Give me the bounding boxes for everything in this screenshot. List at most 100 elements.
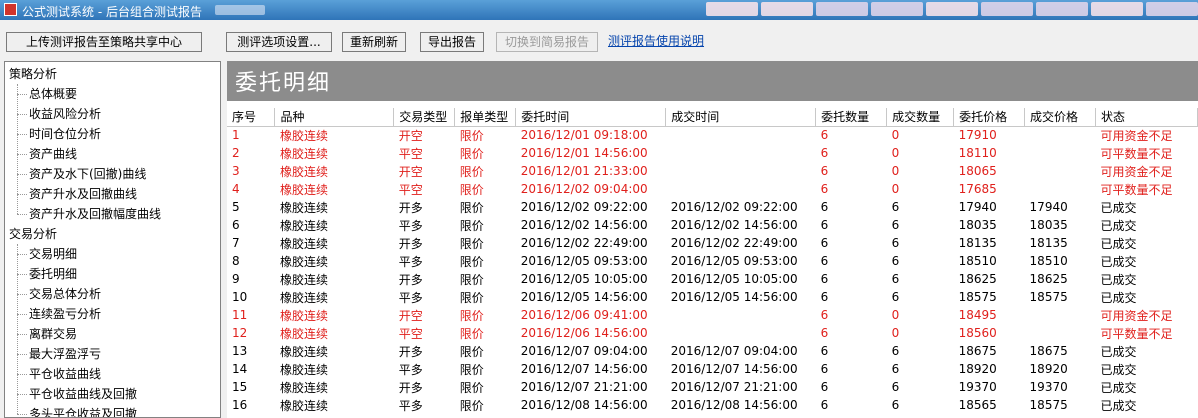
- table-cell: 18065: [958, 164, 997, 178]
- tree-item[interactable]: 多头平仓收益及回撤: [29, 404, 137, 417]
- taskbar-tab[interactable]: [706, 2, 758, 16]
- tree-item[interactable]: 交易明细: [29, 244, 77, 264]
- table-cell: 开多: [398, 272, 423, 287]
- table-row[interactable]: 15 橡胶连续 开多 限价 2016/12/07 21:21:00 2016/12/07 …: [227, 378, 1198, 396]
- taskbar-tab[interactable]: [871, 2, 923, 16]
- table-cell: 橡胶连续: [279, 344, 328, 359]
- table-row[interactable]: 9 橡胶连续 开多 限价 2016/12/05 10:05:00 2016/12/05 1…: [227, 270, 1198, 288]
- tree-group-strategy-analysis[interactable]: 策略分析: [9, 64, 57, 84]
- tree-item[interactable]: 资产升水及回撤曲线: [29, 184, 137, 204]
- table-cell: 可用资金不足: [1100, 128, 1173, 143]
- column-header[interactable]: 品种: [274, 108, 395, 127]
- taskbar-tab[interactable]: [1091, 2, 1143, 16]
- tree-item[interactable]: 资产曲线: [29, 144, 77, 164]
- tree-group-trade-analysis[interactable]: 交易分析: [9, 224, 57, 244]
- table-cell: [1025, 324, 1096, 342]
- column-header[interactable]: 委托时间: [515, 108, 667, 127]
- tree-item[interactable]: 连续盈亏分析: [29, 304, 101, 324]
- table-row[interactable]: 5 橡胶连续 开多 限价 2016/12/02 09:22:00 2016/12/02 0…: [227, 198, 1198, 216]
- table-cell: 6: [820, 362, 829, 376]
- table-row[interactable]: 3 橡胶连续 开空 限价 2016/12/01 21:33:00 6 0 18065 可用资金不…: [227, 162, 1198, 180]
- table-row[interactable]: 13 橡胶连续 开多 限价 2016/12/07 09:04:00 2016/12/07 …: [227, 342, 1198, 360]
- table-row[interactable]: 2 橡胶连续 平空 限价 2016/12/01 14:56:00 6 0 18110 可平数量不…: [227, 144, 1198, 162]
- upload-report-button[interactable]: 上传测评报告至策略共享中心: [6, 32, 202, 52]
- taskbar-tab[interactable]: [816, 2, 868, 16]
- table-cell: 6: [820, 236, 829, 250]
- table-cell: 6: [232, 218, 240, 232]
- tree-item[interactable]: 交易总体分析: [29, 284, 101, 304]
- table-cell: 2016/12/02 22:49:00: [520, 236, 648, 250]
- taskbar-tab[interactable]: [981, 2, 1033, 16]
- column-header[interactable]: 状态: [1095, 108, 1198, 127]
- table-row[interactable]: 4 橡胶连续 平空 限价 2016/12/02 09:04:00 6 0 17685 可平数量不…: [227, 180, 1198, 198]
- tree-item[interactable]: 最大浮盈浮亏: [29, 344, 101, 364]
- refresh-button[interactable]: 重新刷新: [342, 32, 406, 52]
- test-options-button[interactable]: 测评选项设置...: [226, 32, 332, 52]
- table-cell: 2016/12/02 14:56:00: [670, 218, 798, 232]
- table-cell: 已成交: [1100, 398, 1137, 413]
- tree-item[interactable]: 平仓收益曲线及回撤: [29, 384, 137, 404]
- tree-item[interactable]: 收益风险分析: [29, 104, 101, 124]
- taskbar-tab[interactable]: [1036, 2, 1088, 16]
- table-cell: [1025, 126, 1096, 144]
- column-header[interactable]: 委托价格: [953, 108, 1026, 127]
- table-cell: 2016/12/05 14:56:00: [670, 290, 798, 304]
- table-row[interactable]: 11 橡胶连续 开空 限价 2016/12/06 09:41:00 6 0 18495 可用资金…: [227, 306, 1198, 324]
- export-report-button[interactable]: 导出报告: [420, 32, 484, 52]
- order-table: 序号 品种 交易类型 报单类型 委托时间 成交时间 委托数量 成交数量 委托价格 成交价格 状态 1…: [227, 108, 1198, 414]
- table-cell: 2016/12/08 14:56:00: [520, 398, 648, 412]
- table-cell: 限价: [459, 254, 484, 269]
- table-cell: 限价: [459, 290, 484, 305]
- table-header-row: 序号 品种 交易类型 报单类型 委托时间 成交时间 委托数量 成交数量 委托价格 成交价格 状态: [227, 108, 1198, 127]
- table-cell: [666, 306, 816, 324]
- table-cell: 已成交: [1100, 362, 1137, 377]
- table-cell: [666, 144, 816, 162]
- table-cell: 橡胶连续: [279, 128, 328, 143]
- column-header[interactable]: 报单类型: [454, 108, 517, 127]
- table-row[interactable]: 12 橡胶连续 平空 限价 2016/12/06 14:56:00 6 0 18560 可平数量…: [227, 324, 1198, 342]
- table-cell: 开多: [398, 200, 423, 215]
- table-cell: 18035: [1029, 218, 1068, 232]
- tree-item[interactable]: 资产升水及回撤幅度曲线: [29, 204, 161, 224]
- tree-connector: [17, 194, 27, 195]
- column-header[interactable]: 成交时间: [665, 108, 817, 127]
- table-cell: 13: [232, 344, 248, 358]
- tree-item[interactable]: 委托明细: [29, 264, 77, 284]
- taskbar-tab[interactable]: [1146, 2, 1198, 16]
- table-cell: 2016/12/05 14:56:00: [520, 290, 648, 304]
- tree-connector: [17, 94, 27, 95]
- tree-item[interactable]: 时间仓位分析: [29, 124, 101, 144]
- table-row[interactable]: 8 橡胶连续 平多 限价 2016/12/05 09:53:00 2016/12/05 0…: [227, 252, 1198, 270]
- table-row[interactable]: 10 橡胶连续 平多 限价 2016/12/05 14:56:00 2016/12/05 …: [227, 288, 1198, 306]
- tree-item[interactable]: 平仓收益曲线: [29, 364, 101, 384]
- taskbar-tab[interactable]: [761, 2, 813, 16]
- table-row[interactable]: 14 橡胶连续 平多 限价 2016/12/07 14:56:00 2016/12/07 …: [227, 360, 1198, 378]
- column-header[interactable]: 委托数量: [815, 108, 888, 127]
- tree-item[interactable]: 离群交易: [29, 324, 77, 344]
- table-row[interactable]: 6 橡胶连续 平多 限价 2016/12/02 14:56:00 2016/12/02 1…: [227, 216, 1198, 234]
- taskbar-tab[interactable]: [926, 2, 978, 16]
- help-link[interactable]: 测评报告使用说明: [608, 32, 704, 49]
- tree-connector: [17, 394, 27, 395]
- table-cell: 0: [891, 164, 900, 178]
- column-header[interactable]: 交易类型: [393, 108, 456, 127]
- table-row[interactable]: 16 橡胶连续 平多 限价 2016/12/08 14:56:00 2016/12/08 …: [227, 396, 1198, 414]
- table-cell: 可用资金不足: [1100, 308, 1173, 323]
- column-header[interactable]: 成交价格: [1024, 108, 1096, 127]
- table-cell: 18575: [1029, 398, 1068, 412]
- table-cell: 6: [891, 272, 900, 286]
- table-row[interactable]: 1 橡胶连续 开空 限价 2016/12/01 09:18:00 6 0 17910 可用资金不…: [227, 126, 1198, 144]
- table-cell: 平多: [398, 362, 423, 377]
- table-cell: 6: [820, 398, 829, 412]
- tree-connector: [17, 374, 27, 375]
- column-header[interactable]: 成交数量: [886, 108, 955, 127]
- table-cell: 18510: [958, 254, 997, 268]
- tree-item[interactable]: 资产及水下(回撤)曲线: [29, 164, 146, 184]
- table-cell: 16: [232, 398, 248, 412]
- table-cell: 18560: [958, 326, 997, 340]
- table-row[interactable]: 7 橡胶连续 开多 限价 2016/12/02 22:49:00 2016/12/02 2…: [227, 234, 1198, 252]
- tree-item[interactable]: 总体概要: [29, 84, 77, 104]
- table-cell: 可平数量不足: [1100, 182, 1173, 197]
- column-header[interactable]: 序号: [227, 108, 276, 127]
- switch-simple-report-button[interactable]: 切换到简易报告: [496, 32, 598, 52]
